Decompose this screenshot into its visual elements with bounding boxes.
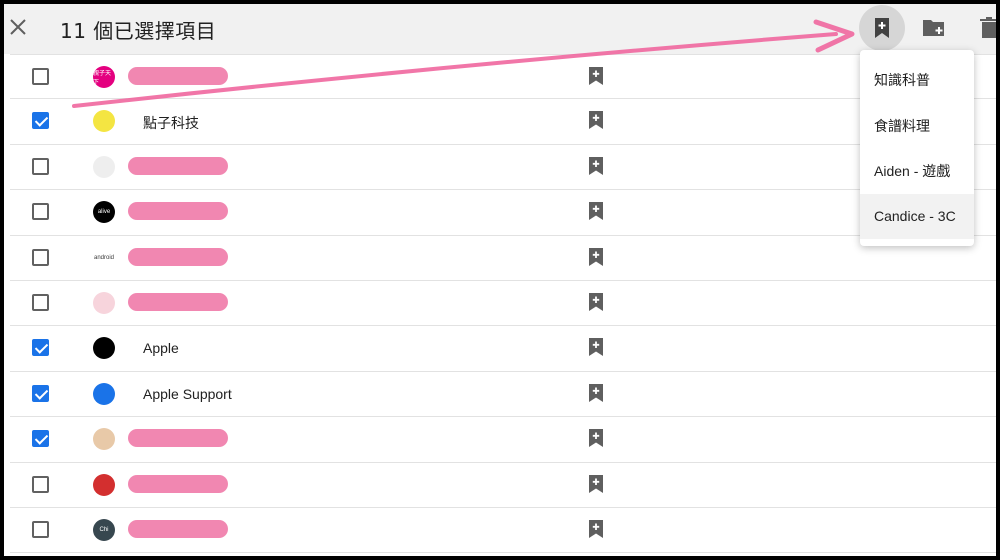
- row-checkbox[interactable]: [32, 520, 49, 538]
- channel-avatar: [93, 155, 115, 178]
- channel-avatar: 親子天下: [93, 66, 115, 88]
- list-row[interactable]: android: [10, 236, 996, 281]
- channel-avatar: [93, 473, 115, 496]
- row-checkbox[interactable]: [32, 384, 49, 402]
- list-dropdown-menu: 知識科普 食譜料理 Aiden - 遊戲 Candice - 3C: [860, 50, 974, 246]
- channel-avatar: alive: [93, 201, 115, 224]
- channel-name: Apple: [143, 340, 179, 357]
- bookmark-add-icon[interactable]: [588, 201, 604, 221]
- channel-avatar: android: [93, 246, 115, 269]
- bookmark-add-icon[interactable]: [588, 383, 604, 403]
- channel-avatar: [93, 110, 115, 133]
- list-row[interactable]: alive: [10, 190, 996, 236]
- close-icon: [10, 19, 26, 35]
- row-checkbox[interactable]: [32, 248, 49, 266]
- bookmark-add-icon[interactable]: [588, 247, 604, 267]
- list-row[interactable]: [10, 463, 996, 508]
- list-row[interactable]: [10, 145, 996, 191]
- menu-item-recipes[interactable]: 食譜料理: [860, 104, 974, 149]
- channel-avatar: [93, 382, 115, 405]
- bookmark-add-icon[interactable]: [588, 156, 604, 176]
- redacted-channel-name: [128, 474, 228, 493]
- row-checkbox[interactable]: [32, 339, 49, 357]
- trash-icon: [980, 17, 996, 38]
- list-row[interactable]: 點子科技: [10, 99, 996, 145]
- channel-name: Apple Support: [143, 385, 232, 402]
- channel-name: 點子科技: [143, 115, 199, 132]
- redacted-channel-name: [128, 292, 228, 311]
- bookmark-add-icon[interactable]: [588, 428, 604, 448]
- row-checkbox[interactable]: [32, 203, 49, 221]
- list-row[interactable]: Apple: [10, 326, 996, 372]
- bookmark-add-icon: [875, 18, 889, 38]
- app-frame: 11 個已選擇項目 親子天下點子科技 alive android Apple Apple…: [4, 4, 996, 556]
- list-row[interactable]: [10, 417, 996, 463]
- add-to-folder-button[interactable]: [921, 15, 947, 41]
- list-row[interactable]: 親子天下: [10, 54, 996, 100]
- bookmark-add-icon[interactable]: [588, 474, 604, 494]
- row-checkbox[interactable]: [32, 430, 49, 448]
- subscription-list: 親子天下點子科技 alive android Apple Apple Support Ch…: [4, 54, 996, 554]
- menu-item-candice-3c[interactable]: Candice - 3C: [860, 194, 974, 239]
- redacted-channel-name: [128, 156, 228, 175]
- row-checkbox[interactable]: [32, 68, 49, 85]
- page-title: 11 個已選擇項目: [60, 19, 217, 43]
- row-checkbox[interactable]: [32, 475, 49, 493]
- channel-avatar: [93, 291, 115, 314]
- channel-avatar: [93, 428, 115, 451]
- bookmark-add-icon[interactable]: [588, 66, 604, 86]
- channel-avatar: Chi: [93, 518, 115, 541]
- bookmark-add-icon[interactable]: [588, 337, 604, 357]
- close-button[interactable]: [6, 15, 30, 39]
- row-checkbox[interactable]: [32, 157, 49, 175]
- redacted-channel-name: [128, 247, 228, 266]
- bookmark-add-icon[interactable]: [588, 110, 604, 130]
- redacted-channel-name: [128, 429, 228, 448]
- folder-add-icon: [923, 20, 944, 36]
- list-row[interactable]: [10, 281, 996, 327]
- bookmark-add-icon[interactable]: [588, 292, 604, 312]
- menu-item-aiden-games[interactable]: Aiden - 遊戲: [860, 149, 974, 194]
- selection-toolbar: 11 個已選擇項目: [4, 4, 996, 54]
- list-row[interactable]: Apple Support: [10, 372, 996, 418]
- redacted-channel-name: [128, 67, 228, 85]
- list-row[interactable]: Chi: [10, 508, 996, 554]
- channel-avatar: [93, 337, 115, 360]
- delete-button[interactable]: [976, 15, 996, 41]
- row-checkbox[interactable]: [32, 112, 49, 130]
- menu-item-science[interactable]: 知識科普: [860, 58, 974, 103]
- row-checkbox[interactable]: [32, 293, 49, 311]
- save-to-list-button[interactable]: [859, 5, 905, 51]
- redacted-channel-name: [128, 519, 228, 538]
- redacted-channel-name: [128, 202, 228, 221]
- bookmark-add-icon[interactable]: [588, 519, 604, 539]
